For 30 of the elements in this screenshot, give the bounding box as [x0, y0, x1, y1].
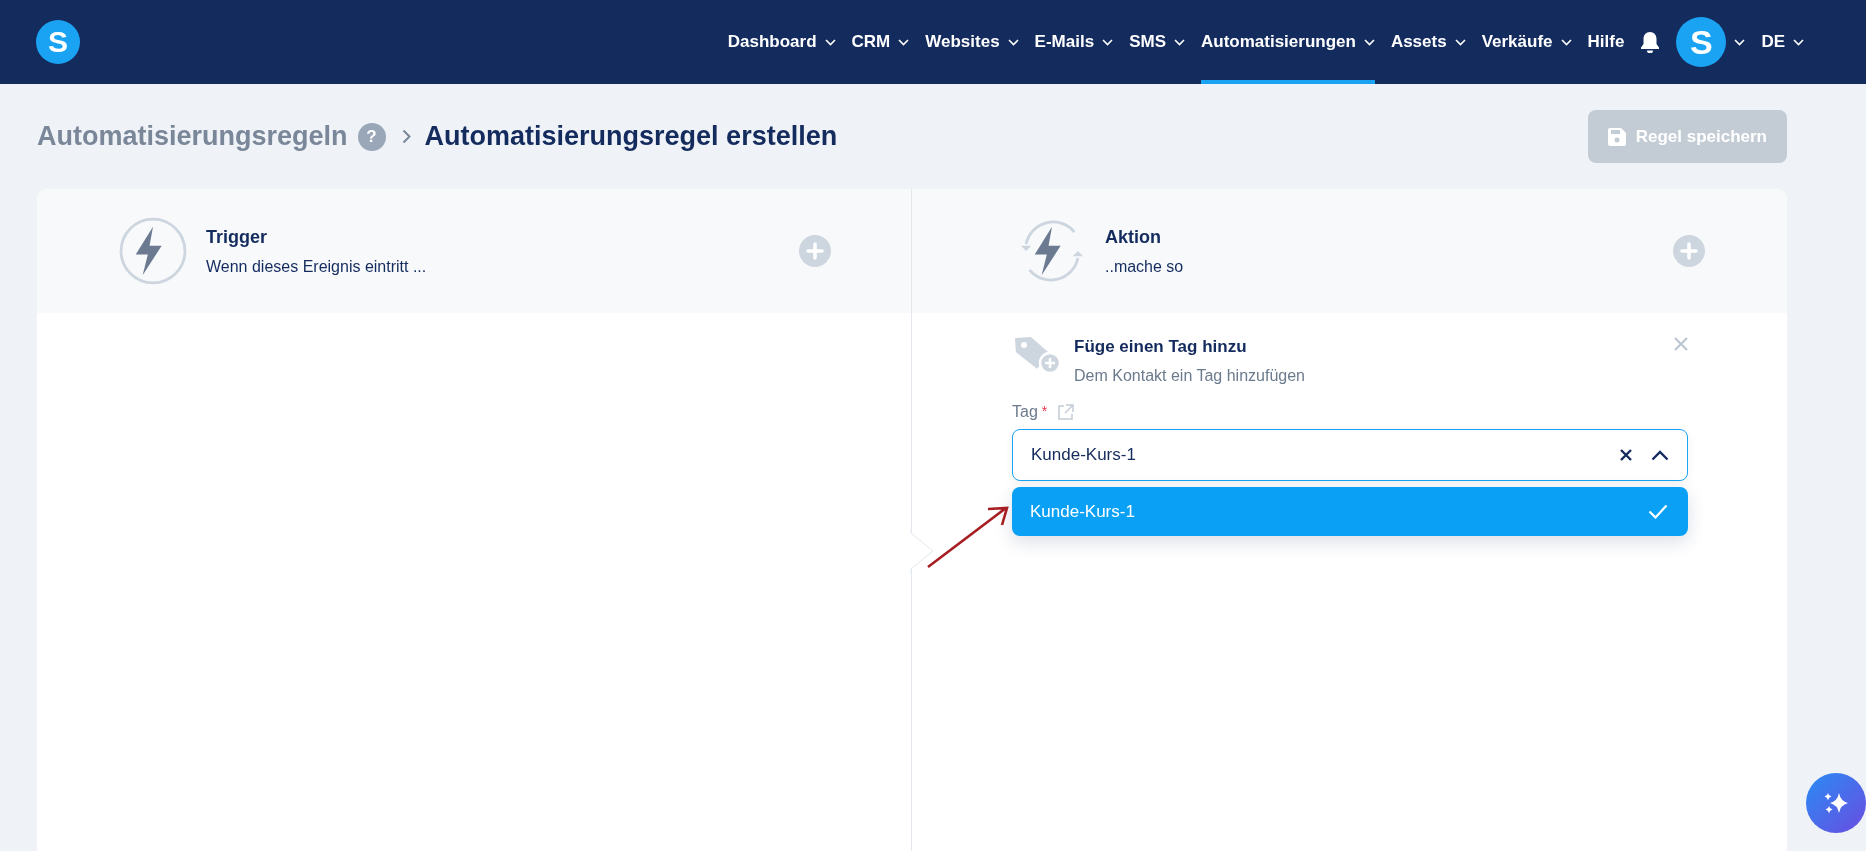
page-title: Automatisierungsregel erstellen: [424, 121, 838, 152]
chevron-right-icon: [401, 129, 411, 144]
save-icon: [1607, 127, 1626, 146]
nav-item[interactable]: E-Mails: [1034, 0, 1114, 84]
nav-item[interactable]: Dashboard: [727, 0, 836, 84]
action-subtitle: ..mache so: [1105, 257, 1185, 276]
required-mark: *: [1041, 403, 1048, 419]
nav-item[interactable]: Websites: [925, 0, 1019, 84]
field-label: Tag: [1012, 403, 1038, 421]
clear-icon[interactable]: [1619, 448, 1633, 462]
check-icon: [1648, 504, 1668, 519]
nav-item[interactable]: Hilfe: [1587, 0, 1625, 84]
nav-item[interactable]: CRM: [851, 0, 910, 84]
trigger-subtitle: Wenn dieses Ereignis eintritt ...: [206, 257, 428, 276]
step-title: Füge einen Tag hinzu: [1074, 337, 1248, 357]
nav-item[interactable]: SMS: [1129, 0, 1185, 84]
chevron-icon[interactable]: [1651, 449, 1669, 461]
tag-select[interactable]: Kunde-Kurs-1: [1012, 429, 1688, 481]
sparkles-button[interactable]: [1806, 773, 1866, 833]
language-selector[interactable]: DE: [1761, 0, 1804, 84]
nav-item[interactable]: Assets: [1390, 0, 1466, 84]
avatar: S: [1676, 17, 1727, 67]
caret-icon: [1793, 38, 1804, 46]
nav-item[interactable]: Automatisierungen: [1200, 0, 1375, 84]
trigger-title: Trigger: [206, 226, 268, 248]
nav-item[interactable]: Verkäufe: [1481, 0, 1572, 84]
caret-icon: [1734, 38, 1746, 46]
step-subtitle: Dem Kontakt ein Tag hinzufügen: [1074, 367, 1305, 385]
bell-icon[interactable]: [1640, 31, 1661, 53]
action-title: Aktion: [1105, 226, 1162, 248]
